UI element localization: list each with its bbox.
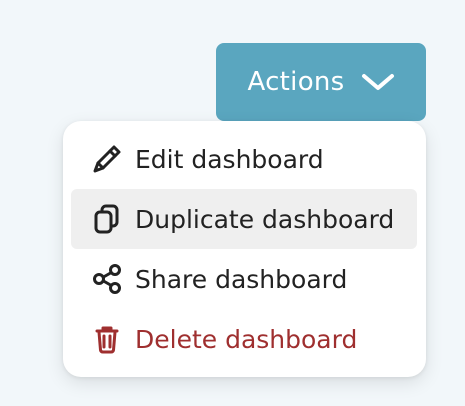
menu-item-edit-dashboard[interactable]: Edit dashboard (71, 129, 417, 189)
menu-item-share-dashboard[interactable]: Share dashboard (71, 249, 417, 309)
actions-button[interactable]: Actions (216, 43, 426, 121)
menu-item-label: Delete dashboard (135, 324, 358, 354)
menu-item-delete-dashboard[interactable]: Delete dashboard (71, 309, 417, 369)
pencil-icon (89, 141, 125, 177)
menu-item-duplicate-dashboard[interactable]: Duplicate dashboard (71, 189, 417, 249)
menu-item-label: Duplicate dashboard (135, 204, 395, 234)
trash-icon (89, 321, 125, 357)
chevron-down-icon (361, 72, 395, 92)
actions-menu: Edit dashboard Duplicate dashboard Share… (63, 121, 426, 377)
actions-button-label: Actions (247, 67, 345, 97)
menu-item-label: Share dashboard (135, 264, 348, 294)
copy-icon (89, 201, 125, 237)
menu-item-label: Edit dashboard (135, 144, 324, 174)
share-icon (89, 261, 125, 297)
